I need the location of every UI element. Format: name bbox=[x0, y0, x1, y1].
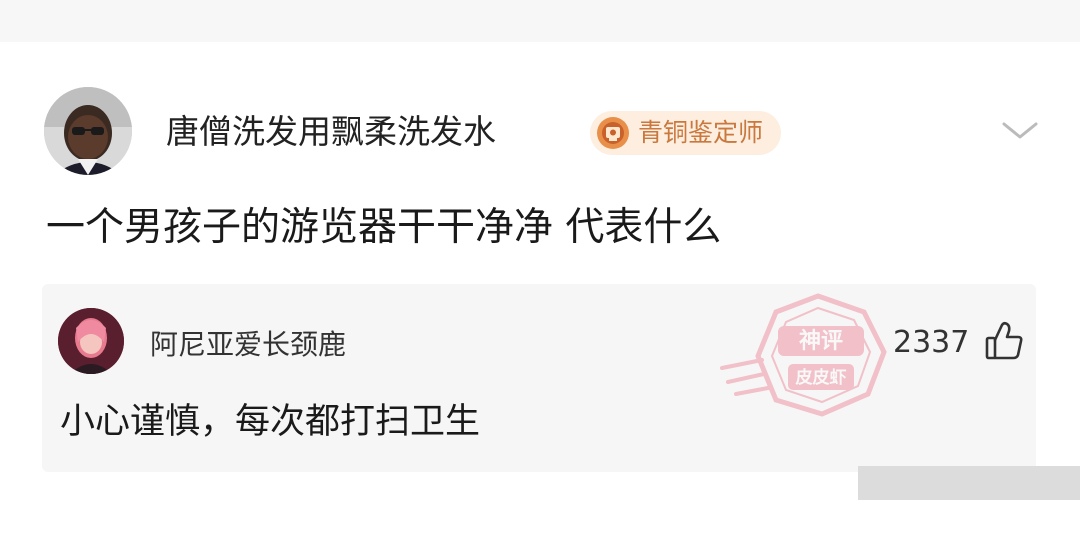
author-name[interactable]: 唐僧洗发用飘柔洗发水 bbox=[166, 112, 496, 152]
author-avatar[interactable] bbox=[44, 87, 132, 175]
watermark-stamp: 神评 皮皮虾 bbox=[720, 293, 887, 417]
badge-label: 青铜鉴定师 bbox=[638, 118, 764, 147]
like-count: 2337 bbox=[893, 325, 970, 360]
overlay-bar bbox=[858, 466, 1080, 500]
top-separator-band bbox=[0, 0, 1080, 42]
post-text: 一个男孩子的游览器干干净净 代表什么 bbox=[46, 205, 722, 250]
reply-avatar-image bbox=[58, 308, 124, 374]
watermark-line-2: 皮皮虾 bbox=[796, 367, 847, 388]
author-avatar-image bbox=[44, 87, 132, 175]
reply-author-avatar[interactable] bbox=[58, 308, 124, 374]
watermark-line-1: 神评 bbox=[799, 328, 843, 354]
appraiser-badge[interactable]: 青铜鉴定师 bbox=[590, 111, 782, 155]
reply-author-name[interactable]: 阿尼亚爱长颈鹿 bbox=[150, 328, 346, 362]
bronze-appraiser-icon bbox=[597, 117, 629, 149]
chevron-down-icon[interactable] bbox=[1000, 118, 1040, 142]
thumbs-up-icon[interactable] bbox=[984, 320, 1024, 362]
reply-text: 小心谨慎，每次都打扫卫生 bbox=[60, 402, 481, 442]
